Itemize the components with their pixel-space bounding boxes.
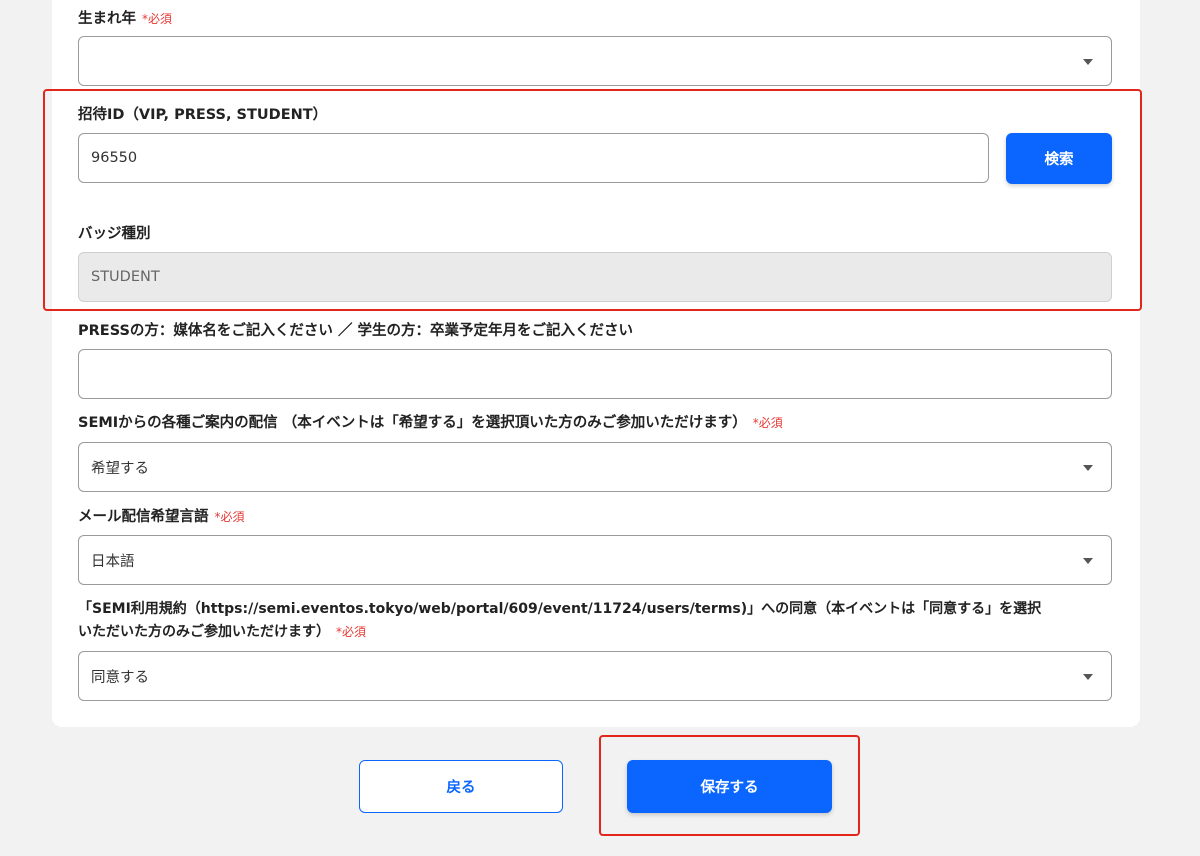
- chevron-down-icon: [1083, 465, 1093, 471]
- press-student-input[interactable]: [78, 349, 1112, 399]
- terms-label-line1: 「SEMI利用規約（https://semi.eventos.tokyo/web…: [78, 601, 1042, 617]
- mail-language-select[interactable]: 日本語: [78, 535, 1112, 585]
- required-mark: *必須: [214, 510, 245, 524]
- birth-year-select[interactable]: [78, 36, 1112, 86]
- mail-language-label: メール配信希望言語 *必須: [78, 509, 245, 525]
- chevron-down-icon: [1083, 674, 1093, 680]
- highlight-box-invite: [43, 89, 1142, 311]
- mail-language-value: 日本語: [91, 553, 135, 570]
- terms-select[interactable]: 同意する: [78, 651, 1112, 701]
- semi-info-value: 希望する: [91, 460, 149, 477]
- terms-value: 同意する: [91, 669, 149, 686]
- chevron-down-icon: [1083, 558, 1093, 564]
- terms-label-line2: いただいた方のみご参加いただけます） *必須: [78, 624, 367, 640]
- required-mark: *必須: [142, 12, 173, 26]
- birth-year-label: 生まれ年 *必須: [78, 11, 173, 27]
- semi-info-label: SEMIからの各種ご案内の配信 （本イベントは「希望する」を選択頂いた方のみご参…: [78, 415, 783, 431]
- back-button[interactable]: 戻る: [359, 760, 563, 813]
- semi-info-select[interactable]: 希望する: [78, 442, 1112, 492]
- required-mark: *必須: [336, 625, 367, 639]
- highlight-box-save: [599, 735, 860, 836]
- press-student-label: PRESSの方：媒体名をご記入ください ／ 学生の方：卒業予定年月をご記入くださ…: [78, 323, 634, 339]
- chevron-down-icon: [1083, 59, 1093, 65]
- required-mark: *必須: [752, 416, 783, 430]
